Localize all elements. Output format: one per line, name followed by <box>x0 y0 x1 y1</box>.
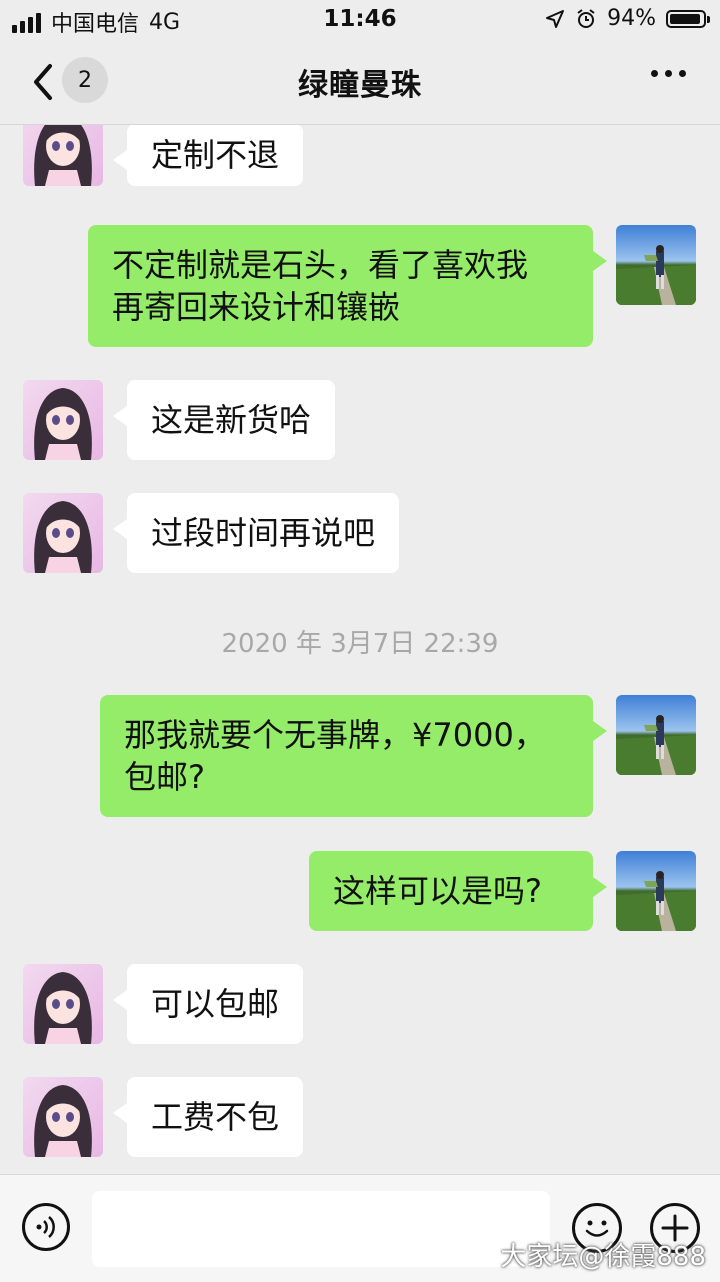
message-row: 可以包邮 <box>0 964 720 1046</box>
message-text: 这是新货哈 <box>151 401 312 439</box>
message-text: 过段时间再说吧 <box>151 514 376 552</box>
message-text-line: 那我就要个无事牌，¥7000， <box>124 716 546 754</box>
location-icon <box>546 9 565 28</box>
contact-avatar[interactable] <box>23 380 103 460</box>
status-right: 94% <box>545 6 710 31</box>
message-row: 这是新货哈 <box>0 380 720 462</box>
contact-avatar[interactable] <box>23 1077 103 1157</box>
my-avatar[interactable] <box>616 225 696 305</box>
battery-icon <box>666 9 710 28</box>
message-row: 过段时间再说吧 <box>0 493 720 575</box>
message-input[interactable] <box>92 1191 550 1267</box>
chat-messages[interactable]: 定制不退 不定制就是石头，看了喜欢我 再寄回来设计和镶嵌 这是新货哈 过段时间再… <box>0 125 720 1175</box>
my-avatar[interactable] <box>616 695 696 775</box>
contact-avatar[interactable] <box>23 964 103 1044</box>
message-row: 定制不退 <box>0 125 720 192</box>
message-bubble[interactable]: 那我就要个无事牌，¥7000， 包邮? <box>100 695 607 817</box>
message-bubble[interactable]: 工费不包 <box>112 1077 304 1157</box>
alarm-icon <box>577 8 595 28</box>
message-text: 工费不包 <box>151 1098 280 1136</box>
message-bubble[interactable]: 这是新货哈 <box>112 380 336 460</box>
message-text-line: 再寄回来设计和镶嵌 <box>112 288 401 326</box>
contact-avatar[interactable] <box>23 493 103 573</box>
message-bubble[interactable]: 定制不退 <box>112 125 304 186</box>
chat-title: 绿瞳曼珠 <box>298 68 422 103</box>
message-text-line: 包邮? <box>124 758 205 796</box>
message-row: 不定制就是石头，看了喜欢我 再寄回来设计和镶嵌 <box>0 225 720 349</box>
message-bubble[interactable]: 可以包邮 <box>112 964 304 1044</box>
message-text-line: 不定制就是石头，看了喜欢我 <box>112 246 529 284</box>
timestamp-label: 2020 年 3月7日 22:39 <box>221 629 499 659</box>
contact-avatar[interactable] <box>23 125 103 186</box>
message-text: 可以包邮 <box>151 985 280 1023</box>
voice-icon <box>36 1216 55 1238</box>
battery-percent: 94% <box>607 6 656 31</box>
message-text: 定制不退 <box>151 136 280 174</box>
message-bubble[interactable]: 这样可以是吗? <box>309 851 607 931</box>
message-text: 这样可以是吗? <box>333 872 542 910</box>
chat-header: 2 绿瞳曼珠 <box>0 40 720 125</box>
message-row: 这样可以是吗? <box>0 851 720 933</box>
battery-fill <box>670 13 701 24</box>
watermark-text: 大家坛@徐霞888 <box>500 1242 706 1272</box>
message-bubble[interactable]: 过段时间再说吧 <box>112 493 400 573</box>
more-options-icon[interactable] <box>651 70 686 77</box>
message-row: 那我就要个无事牌，¥7000， 包邮? <box>0 695 720 819</box>
status-bar: 中国电信 4G 11:46 94% <box>0 0 720 40</box>
message-row: 工费不包 <box>0 1077 720 1159</box>
my-avatar[interactable] <box>616 851 696 931</box>
voice-input-button[interactable] <box>22 1203 70 1251</box>
message-bubble[interactable]: 不定制就是石头，看了喜欢我 再寄回来设计和镶嵌 <box>88 225 607 347</box>
